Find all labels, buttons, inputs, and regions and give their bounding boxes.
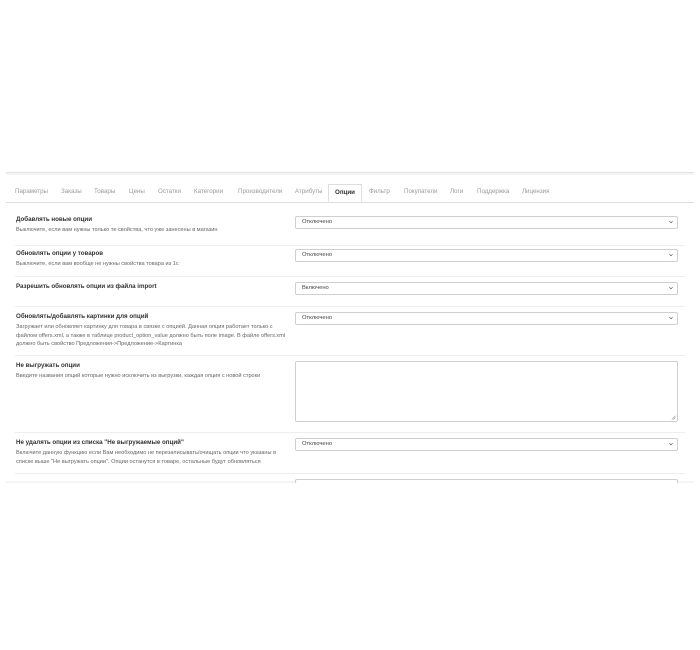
tab-logs[interactable]: Логи bbox=[450, 184, 463, 202]
tab-categories[interactable]: Категории bbox=[194, 184, 223, 202]
select-value: Отключено bbox=[302, 219, 333, 225]
select-value: Отключено bbox=[302, 252, 333, 258]
setting-title: Не выгружать опции bbox=[16, 362, 80, 369]
update-from-import-select[interactable]: Включено bbox=[295, 282, 678, 295]
setting-title: Обновлять/добавлять картинки для опций bbox=[16, 313, 149, 320]
tab-stock[interactable]: Остатки bbox=[158, 184, 181, 202]
tab-parameters[interactable]: Параметры bbox=[15, 184, 48, 202]
select-value: Отключено bbox=[302, 315, 333, 321]
tab-bar: Параметры Заказы Товары Цены Остатки Кат… bbox=[6, 184, 694, 203]
setting-title: Разрешить обновлять опции из файла impor… bbox=[16, 283, 157, 290]
keep-excluded-options-select[interactable]: Отключено bbox=[295, 438, 678, 451]
exclude-options-textarea[interactable] bbox=[295, 361, 678, 422]
tab-attributes[interactable]: Атрибуты bbox=[295, 184, 323, 202]
add-new-options-select[interactable]: Отключено bbox=[295, 216, 678, 229]
select-value: Включено bbox=[302, 285, 329, 291]
tab-products[interactable]: Товары bbox=[94, 184, 115, 202]
select-value: Отключено bbox=[302, 441, 333, 447]
chevron-down-icon bbox=[669, 316, 673, 320]
tab-license[interactable]: Лицензия bbox=[522, 184, 550, 202]
tab-support[interactable]: Поддержка bbox=[477, 184, 509, 202]
tab-manufacturers[interactable]: Производители bbox=[238, 184, 282, 202]
next-setting-select-partial[interactable] bbox=[295, 479, 678, 483]
setting-description: Введите названия опций которые нужно иск… bbox=[16, 373, 261, 379]
tab-customers[interactable]: Покупатели bbox=[404, 184, 437, 202]
chevron-down-icon bbox=[669, 442, 673, 446]
setting-description: Выключите, если вам нужны только те свой… bbox=[16, 227, 218, 233]
tab-prices[interactable]: Цены bbox=[129, 184, 145, 202]
tab-options[interactable]: Опции bbox=[328, 184, 362, 202]
setting-description: Включите данную функцию если Вам необход… bbox=[16, 450, 277, 465]
setting-title: Добавлять новые опции bbox=[16, 216, 93, 223]
setting-title: Не удалять опции из списка "Не выгружаем… bbox=[16, 439, 184, 446]
option-images-select[interactable]: Отключено bbox=[295, 312, 678, 325]
setting-description: Загружает или обновляет картинку для тов… bbox=[16, 324, 286, 347]
tab-content-options: Параметры Заказы Товары Цены Остатки Кат… bbox=[6, 175, 694, 483]
settings-panel: Параметры Заказы Товары Цены Остатки Кат… bbox=[6, 172, 694, 483]
setting-description: Выключите, если вам вообще не нужны свой… bbox=[16, 261, 179, 267]
setting-title: Обновлять опции у товаров bbox=[16, 250, 104, 257]
tab-filter[interactable]: Фильтр bbox=[369, 184, 390, 202]
chevron-down-icon bbox=[669, 286, 673, 290]
chevron-down-icon bbox=[669, 220, 673, 224]
update-product-options-select[interactable]: Отключено bbox=[295, 249, 678, 262]
resize-grip-icon[interactable] bbox=[670, 414, 676, 420]
chevron-down-icon bbox=[669, 253, 673, 257]
tab-orders[interactable]: Заказы bbox=[61, 184, 82, 202]
